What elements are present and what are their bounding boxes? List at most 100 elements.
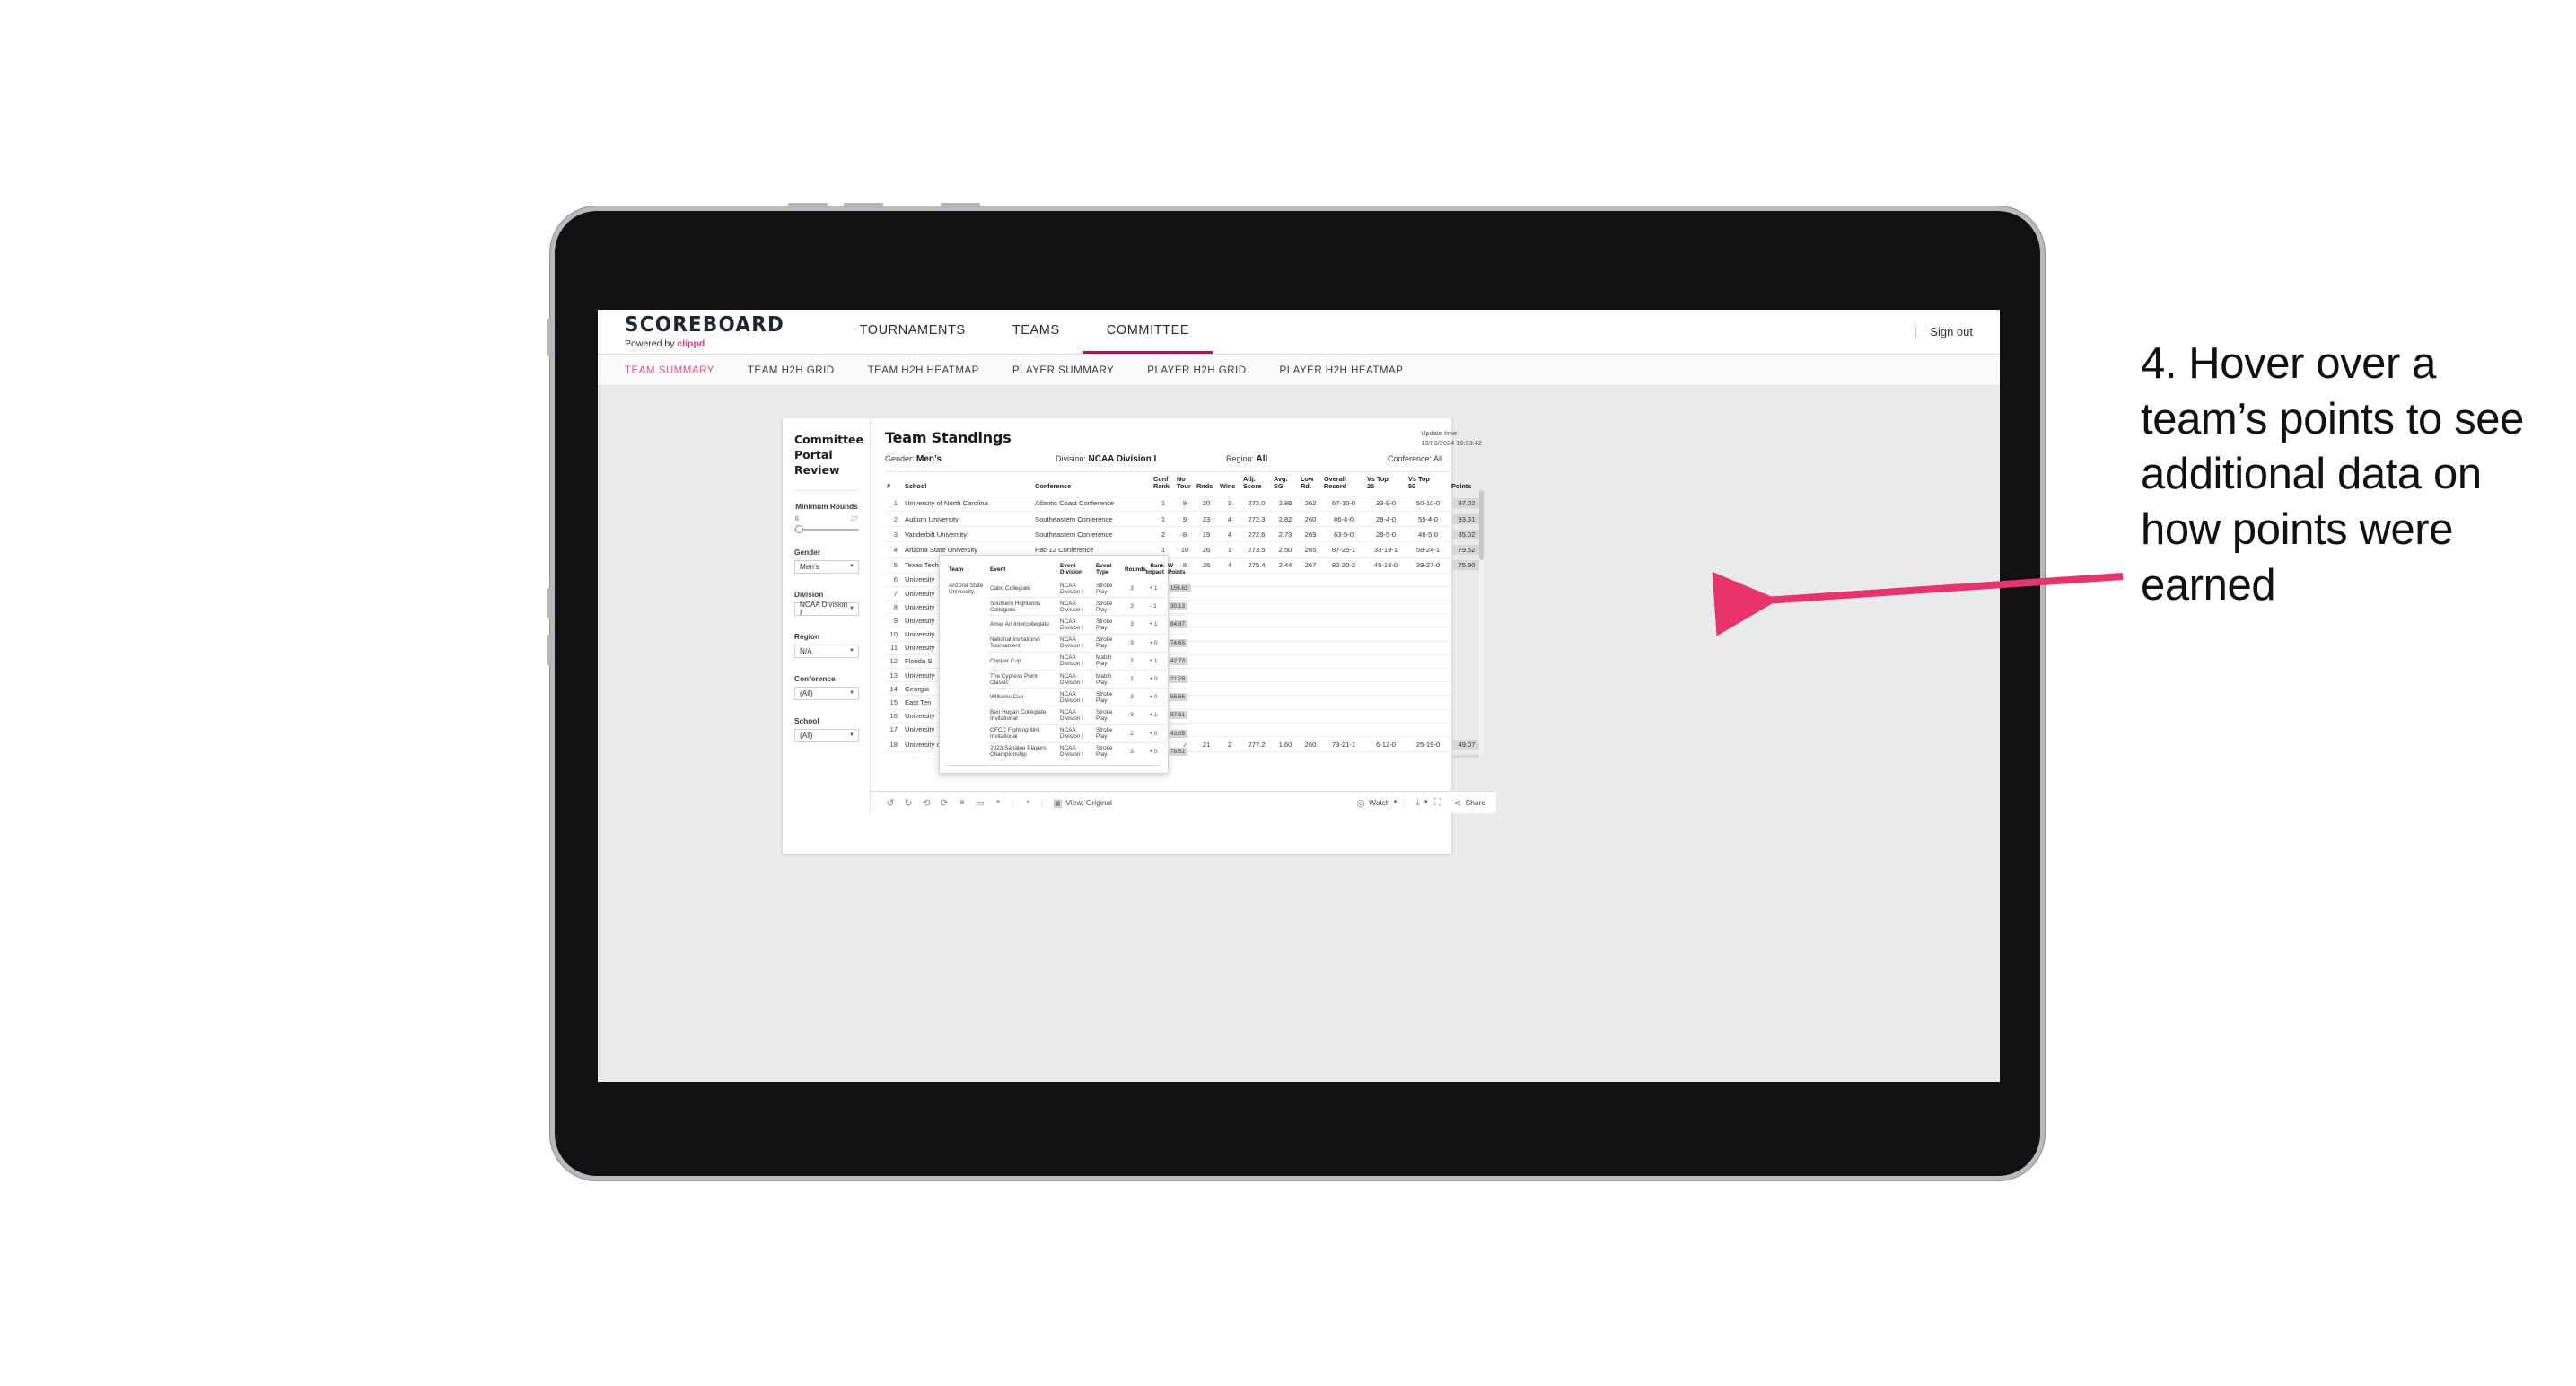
table-row[interactable]: 3 Vanderbilt University Southeastern Confe… <box>885 526 1484 542</box>
dashboard-card: Committee Portal Review Minimum Rounds 6… <box>783 418 1496 854</box>
cell-vs-top-25: 28-5-0 <box>1365 526 1406 542</box>
share-button[interactable]: ⋖ Share <box>1452 797 1485 809</box>
tab-team-h2h-heatmap[interactable]: TEAM H2H HEATMAP <box>868 364 995 376</box>
col-conf-rank[interactable]: Conf Rank <box>1152 472 1175 496</box>
slider-handle[interactable] <box>795 525 803 534</box>
chevron-down-icon[interactable]: ▼ <box>989 800 1007 805</box>
sidebar-title-line1: Committee <box>794 433 864 446</box>
col-avg-sg[interactable]: Avg. SG <box>1272 472 1299 496</box>
cell-wins <box>1218 654 1241 669</box>
viz-toolbar: ↺ ↻ ⟲ ⟳ ⏸ ▭ ▼ | ◔ | ▣ View: Original ◎ W… <box>871 791 1496 813</box>
col-school[interactable]: School <box>903 472 1033 496</box>
scoreboard-logo[interactable]: SCOREBOARD Powered by clippd <box>598 314 824 349</box>
col-rank[interactable]: # <box>885 472 903 496</box>
cell-wins <box>1218 572 1241 587</box>
table-row[interactable]: 2 Auburn University Southeastern Conferenc… <box>885 510 1484 527</box>
cell-avg-sg <box>1272 695 1299 710</box>
cell-rank: 2 <box>885 510 903 527</box>
cell-wins: 1 <box>1218 541 1241 558</box>
tab-team-summary[interactable]: TEAM SUMMARY <box>625 364 731 376</box>
nav-item-tournaments[interactable]: TOURNAMENTS <box>837 310 989 354</box>
undo-icon[interactable]: ↺ <box>881 797 899 809</box>
nav-item-committee[interactable]: COMMITTEE <box>1082 310 1214 354</box>
conference-select[interactable]: (All) ▼ <box>794 686 859 700</box>
tab-player-h2h-grid[interactable]: PLAYER H2H GRID <box>1147 364 1262 376</box>
tooltip-col-team: Team <box>949 566 964 573</box>
tooltip-team-line2: University <box>949 588 975 595</box>
tooltip-cell-w-points: 78.51 <box>1166 741 1187 760</box>
tablet-button-top-3 <box>941 203 980 208</box>
cell-vs-top-50: 58-24-1 <box>1406 541 1450 558</box>
points-value[interactable]: 93.31 <box>1451 513 1482 524</box>
col-conference[interactable]: Conference <box>1033 472 1152 496</box>
gender-select[interactable]: Men’s ▼ <box>794 559 859 574</box>
alert-icon[interactable]: ◔ <box>1018 797 1036 808</box>
points-value[interactable]: 48.70 <box>1451 754 1482 758</box>
pause-icon[interactable]: ⏸ <box>953 797 971 809</box>
tooltip-cell-type: Stroke Play <box>1096 582 1113 595</box>
points-value[interactable]: 75.90 <box>1451 560 1482 571</box>
minimum-rounds-slider[interactable] <box>794 525 859 534</box>
cell-rank: 11 <box>885 640 903 655</box>
points-value[interactable]: 49.07 <box>1451 739 1482 750</box>
cell-rank: 10 <box>885 627 903 642</box>
col-vs-top-50[interactable]: Vs Top 50 <box>1406 472 1450 496</box>
tab-team-h2h-grid[interactable]: TEAM H2H GRID <box>748 364 851 376</box>
table-header: # School Conference Conf Rank No Tour Rnds… <box>885 472 1484 496</box>
school-select[interactable]: (All) ▼ <box>794 728 859 742</box>
cell-vs-top-50 <box>1406 640 1450 655</box>
summary-region-value: All <box>1256 454 1268 464</box>
points-value[interactable]: 85.02 <box>1451 529 1482 539</box>
nav-divider: | <box>1914 325 1918 338</box>
sign-out-link[interactable]: Sign out <box>1930 325 1973 338</box>
table-row[interactable]: 1 University of North Carolina Atlantic Co… <box>885 495 1484 512</box>
refresh-icon[interactable]: ⟳ <box>935 797 953 809</box>
tooltip-col-event: Event <box>990 566 1006 573</box>
col-adj-score[interactable]: Adj. Score <box>1241 472 1272 496</box>
view-original-button[interactable]: ▣ View: Original <box>1052 797 1112 809</box>
points-value[interactable]: 97.02 <box>1451 498 1482 509</box>
cell-rank: 19 <box>885 751 903 758</box>
tooltip-cell-rounds: 3 <box>1123 615 1141 635</box>
cell-overall-record <box>1322 654 1365 669</box>
division-select[interactable]: NCAA Division I ▼ <box>794 601 859 617</box>
cell-adj-score <box>1241 585 1272 601</box>
col-low-rd[interactable]: Low Rd. <box>1299 472 1322 496</box>
watch-button[interactable]: ◎ Watch ▼ <box>1355 797 1398 809</box>
col-vs-top-25[interactable]: Vs Top 25 <box>1365 472 1406 496</box>
cell-rnds: 26 <box>1195 557 1218 574</box>
custom-view-icon[interactable]: ▭ <box>971 797 989 809</box>
revert-icon[interactable]: ⟲ <box>917 797 935 809</box>
region-select[interactable]: N/A ▼ <box>794 644 859 658</box>
tab-player-h2h-heatmap[interactable]: PLAYER H2H HEATMAP <box>1280 364 1420 376</box>
tooltip-cell-event: National Invitational Tournament <box>988 633 1058 653</box>
fullscreen-icon[interactable]: ⛶ <box>1429 797 1447 809</box>
cell-avg-sg: 2.50 <box>1272 541 1299 558</box>
col-wins[interactable]: Wins <box>1218 472 1241 496</box>
nav-item-teams[interactable]: TEAMS <box>989 310 1083 354</box>
cell-avg-sg: 1.60 <box>1272 735 1299 752</box>
tablet-screen: SCOREBOARD Powered by clippd TOURNAMENTS… <box>598 310 2000 1082</box>
tooltip-col-w-points: W Points <box>1168 563 1186 575</box>
dashboard-body: Committee Portal Review Minimum Rounds 6… <box>783 418 1496 813</box>
col-no-tour[interactable]: No Tour <box>1175 472 1195 496</box>
cell-vs-top-25 <box>1365 640 1406 655</box>
points-value[interactable]: 79.52 <box>1451 544 1482 555</box>
tooltip-cell-type: Stroke Play <box>1094 633 1123 653</box>
gender-label: Gender <box>794 547 821 557</box>
cell-vs-top-25: 33-9-0 <box>1365 495 1406 512</box>
redo-icon[interactable]: ↻ <box>899 797 917 809</box>
cell-vs-top-25 <box>1365 585 1406 601</box>
cell-avg-sg <box>1272 708 1299 724</box>
cell-rank: 18 <box>885 735 903 752</box>
tooltip-cell-event: The Cypress Point Classic <box>988 669 1058 689</box>
col-rnds[interactable]: Rnds <box>1195 472 1218 496</box>
cell-adj-score <box>1241 708 1272 724</box>
tab-player-summary[interactable]: PLAYER SUMMARY <box>1012 364 1130 376</box>
tooltip-cell-event: Amer Ari Intercollegiate <box>988 615 1058 635</box>
tooltip-cell-w-points: 56.66 <box>1166 688 1187 706</box>
view-original-label: View: Original <box>1065 798 1112 807</box>
tooltip-header: Team Event Event Division Event Type Rou… <box>947 561 1187 580</box>
col-overall-record[interactable]: Overall Record <box>1322 472 1365 496</box>
table-scrollbar-thumb[interactable] <box>1479 490 1484 560</box>
